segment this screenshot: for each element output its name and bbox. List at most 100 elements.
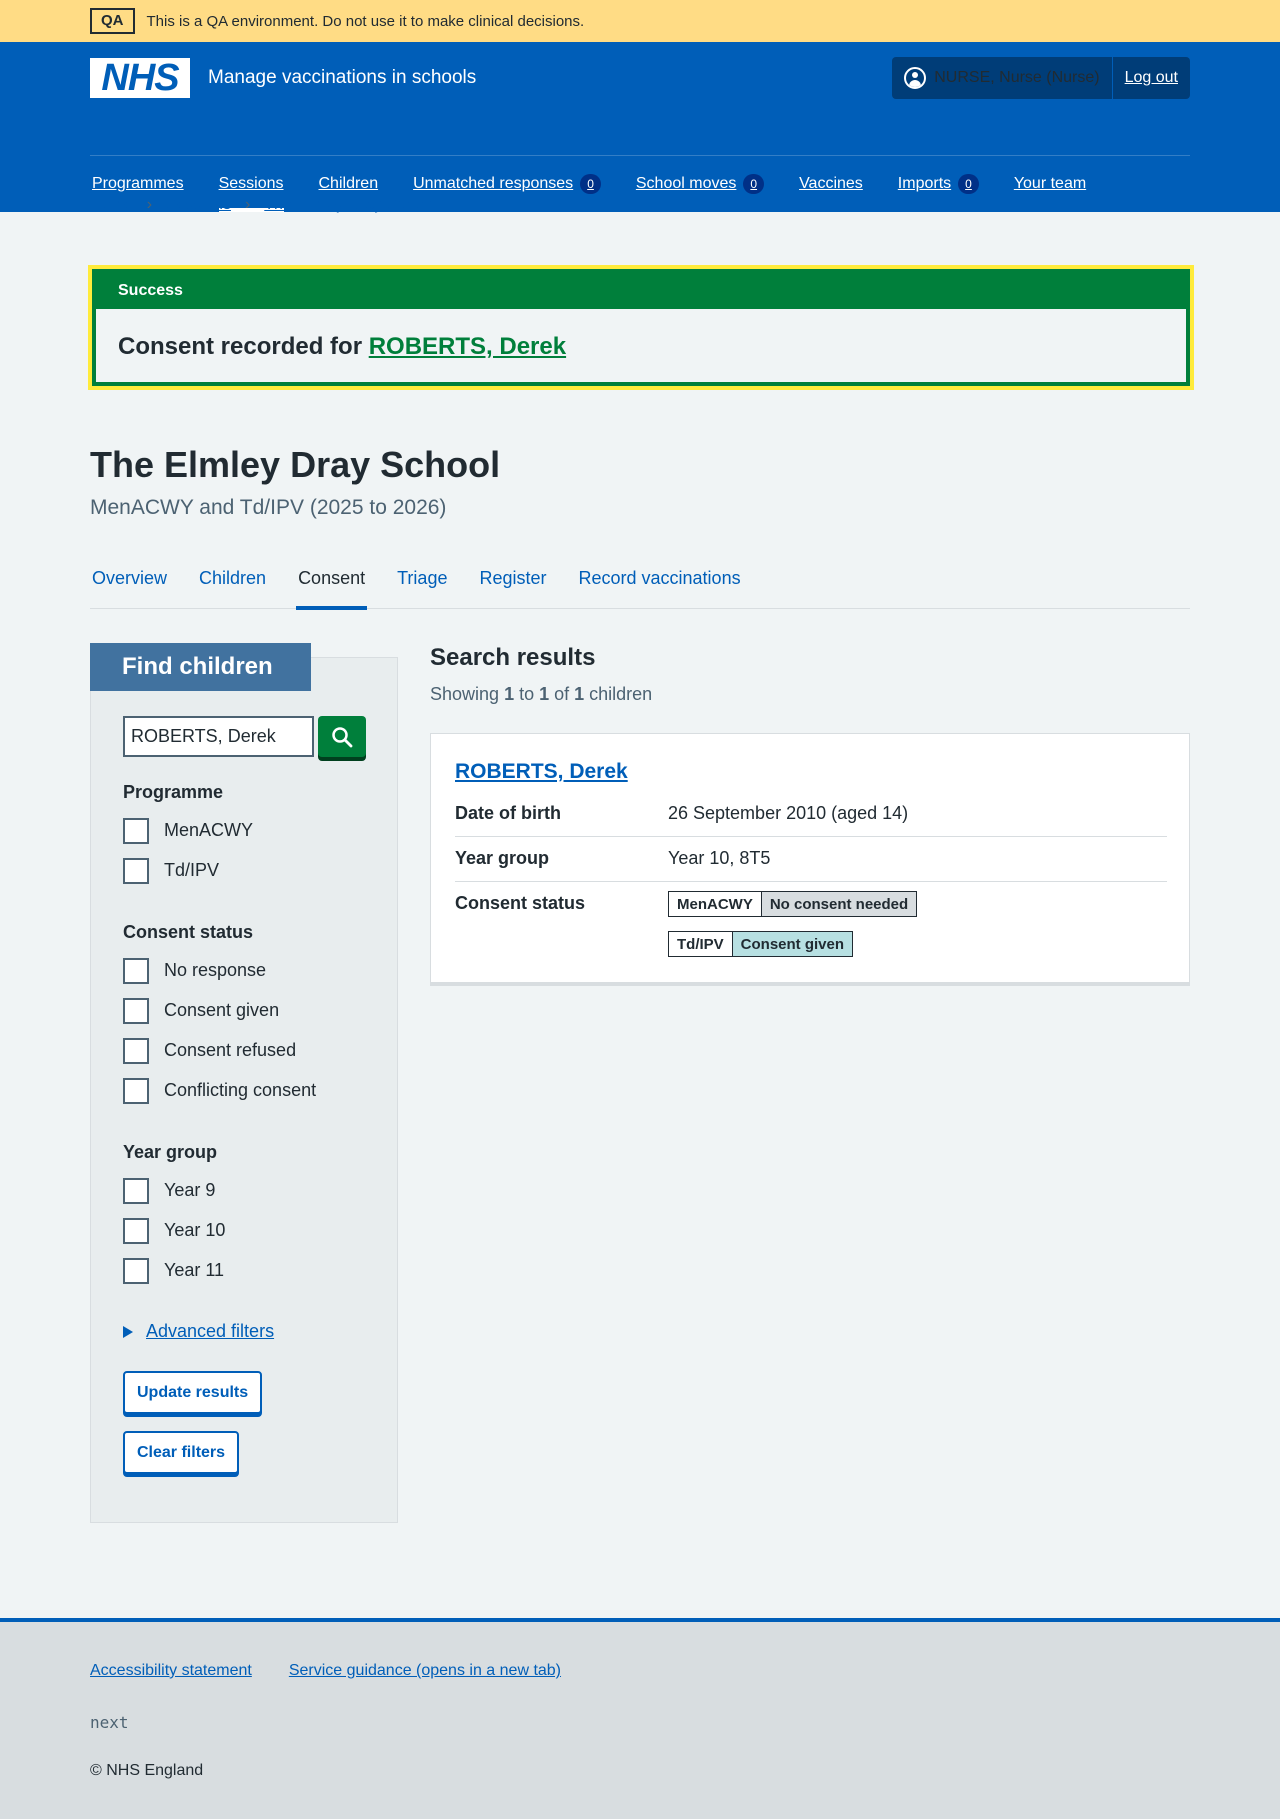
summary-key: Date of birth — [455, 803, 561, 823]
nav-item-vaccines[interactable]: Vaccines — [799, 155, 863, 212]
checkbox-year-9[interactable]: Year 9 — [123, 1177, 225, 1204]
update-results-button[interactable]: Update results — [123, 1371, 263, 1414]
search-icon — [332, 726, 353, 747]
checkbox-no-response[interactable]: No response — [123, 957, 316, 984]
service-name[interactable]: Manage vaccinations in schools — [208, 67, 476, 89]
checkbox-label[interactable]: Year 10 — [164, 1220, 225, 1241]
page-subtitle: MenACWY and Td/IPV (2025 to 2026) — [90, 496, 447, 519]
checkbox[interactable] — [123, 957, 149, 984]
status-value: Consent given — [732, 931, 854, 957]
checkbox-td-ipv[interactable]: Td/IPV — [123, 857, 253, 884]
footer-link-accessibility[interactable]: Accessibility statement — [90, 1662, 252, 1680]
tab-overview[interactable]: Overview — [90, 560, 169, 609]
results-count-text: children — [584, 684, 653, 704]
checkbox-year-11[interactable]: Year 11 — [123, 1257, 225, 1284]
success-message: Consent recorded for ROBERTS, Derek — [96, 309, 1186, 385]
search-row: ROBERTS, Derek — [123, 716, 366, 757]
nav-item-school-moves[interactable]: School moves 0 — [635, 155, 765, 212]
nav-item-your-team[interactable]: Your team — [1014, 155, 1086, 212]
nav-label: Unmatched responses — [413, 174, 574, 192]
status-programme: MenACWY — [668, 891, 762, 917]
nav-label: Sessions — [218, 174, 284, 192]
nav-item-unmatched-responses[interactable]: Unmatched responses 0 — [413, 155, 601, 212]
chevron-right-icon: › — [146, 196, 153, 213]
checkbox-label[interactable]: MenACWY — [164, 820, 253, 841]
breadcrumb: Home › Sessions › The Elmley Dray School — [90, 196, 436, 214]
user-icon — [904, 67, 927, 89]
results-count-text: Showing — [430, 684, 505, 704]
count-badge: 0 — [743, 173, 765, 194]
checkbox-consent-refused[interactable]: Consent refused — [123, 1037, 316, 1064]
secondary-nav-tabs: Overview Children Consent Triage Registe… — [90, 560, 1190, 610]
summary-row-year-group: Year group Year 10, 8T5 — [455, 848, 1167, 869]
breadcrumb-sessions[interactable]: Sessions — [166, 196, 231, 214]
count-badge: 0 — [958, 173, 979, 194]
nav-label: Vaccines — [799, 174, 863, 192]
programme-filter: Programme MenACWY Td/IPV — [123, 782, 253, 897]
checkbox[interactable] — [123, 1257, 149, 1284]
logout-link[interactable]: Log out — [1113, 57, 1190, 99]
checkbox-label[interactable]: Year 11 — [164, 1260, 224, 1281]
success-child-link[interactable]: ROBERTS, Derek — [369, 333, 566, 360]
divider — [455, 881, 1167, 882]
divider — [455, 836, 1167, 837]
nav-label: Programmes — [92, 174, 184, 192]
footer-link-service-guidance[interactable]: Service guidance (opens in a new tab) — [289, 1662, 561, 1680]
account-menu: NURSE, Nurse (Nurse) Log out — [892, 57, 1190, 99]
checkbox-conflicting-consent[interactable]: Conflicting consent — [123, 1077, 316, 1104]
checkbox-label[interactable]: Year 9 — [164, 1180, 215, 1201]
qa-tag: QA — [90, 8, 135, 34]
checkbox[interactable] — [123, 817, 149, 844]
checkbox[interactable] — [123, 1217, 149, 1244]
tab-triage[interactable]: Triage — [395, 560, 449, 609]
search-button[interactable] — [318, 716, 366, 757]
checkbox[interactable] — [123, 857, 149, 884]
filter-panel: Find children ROBERTS, Derek Programme M… — [90, 643, 398, 1523]
checkbox-label[interactable]: Consent refused — [164, 1040, 296, 1061]
footer-copyright: © NHS England — [90, 1762, 204, 1779]
summary-key: Year group — [455, 848, 550, 868]
nav-label: Imports — [897, 174, 952, 192]
tab-register[interactable]: Register — [477, 560, 548, 609]
qa-banner-text: This is a QA environment. Do not use it … — [146, 12, 585, 30]
filter-panel-title: Find children — [90, 643, 311, 691]
checkbox-menacwy[interactable]: MenACWY — [123, 817, 253, 844]
checkbox-consent-given[interactable]: Consent given — [123, 997, 316, 1024]
tab-record-vaccinations[interactable]: Record vaccinations — [577, 560, 743, 609]
advanced-filters-toggle[interactable]: Advanced filters — [123, 1321, 274, 1342]
tab-consent[interactable]: Consent — [296, 560, 368, 610]
checkbox[interactable] — [123, 997, 149, 1024]
clear-filters-button[interactable]: Clear filters — [123, 1431, 240, 1474]
success-message-text: Consent recorded for — [118, 333, 369, 360]
breadcrumb-school[interactable]: The Elmley Dray School — [264, 196, 436, 214]
caret-right-icon — [123, 1325, 133, 1338]
status-tag-td-ipv: Td/IPV Consent given — [668, 931, 854, 957]
child-name-link[interactable]: ROBERTS, Derek — [455, 760, 628, 784]
checkbox-year-10[interactable]: Year 10 — [123, 1217, 225, 1244]
footer-version: next — [90, 1713, 129, 1732]
advanced-filters-link[interactable]: Advanced filters — [146, 1321, 274, 1342]
success-heading: Success — [96, 273, 1186, 309]
nav-label: School moves — [635, 174, 737, 192]
checkbox-label[interactable]: No response — [164, 960, 266, 981]
search-input[interactable]: ROBERTS, Derek — [123, 716, 314, 757]
results-from: 1 — [504, 684, 515, 704]
checkbox[interactable] — [123, 1077, 149, 1104]
results-count-text: of — [549, 684, 575, 704]
checkbox-label[interactable]: Td/IPV — [164, 860, 219, 881]
account-user-name: NURSE, Nurse (Nurse) — [934, 69, 1100, 86]
breadcrumb-home[interactable]: Home — [90, 196, 133, 214]
checkbox-label[interactable]: Conflicting consent — [164, 1080, 316, 1101]
checkbox[interactable] — [123, 1177, 149, 1204]
nhs-logo[interactable]: NHS — [90, 58, 190, 98]
child-card: ROBERTS, Derek Date of birth 26 Septembe… — [430, 733, 1190, 986]
checkbox[interactable] — [123, 1037, 149, 1064]
header-brand[interactable]: NHS Manage vaccinations in schools — [90, 58, 476, 98]
tab-children[interactable]: Children — [197, 560, 268, 609]
checkbox-label[interactable]: Consent given — [164, 1000, 279, 1021]
nav-item-imports[interactable]: Imports 0 — [898, 155, 979, 212]
chevron-right-icon: › — [244, 196, 251, 213]
summary-key: Consent status — [455, 893, 586, 913]
success-banner: Success Consent recorded for ROBERTS, De… — [88, 265, 1194, 390]
site-footer: Accessibility statement Service guidance… — [0, 1618, 1280, 1819]
